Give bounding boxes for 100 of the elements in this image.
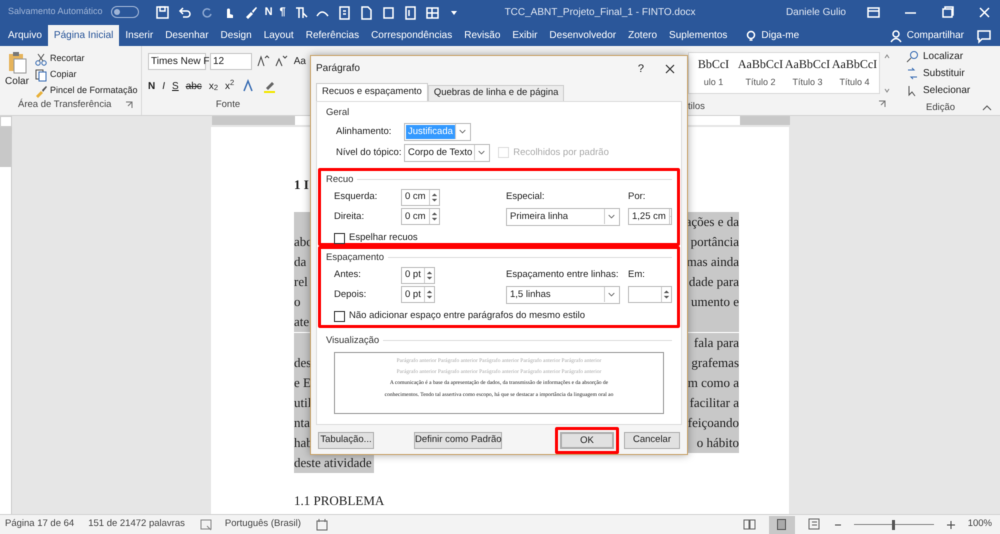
editing-item[interactable]: Localizar — [906, 49, 1000, 64]
spin-arrows-icon[interactable] — [424, 287, 434, 302]
style-gallery-item[interactable]: AaBbCcI Título 3 — [784, 53, 831, 93]
print-layout-button[interactable] — [768, 516, 795, 534]
ribbon-tab[interactable]: Página Inicial — [48, 25, 120, 46]
font-size-field[interactable]: 12 — [210, 52, 252, 70]
zoom-level[interactable]: 100% — [968, 517, 992, 532]
clipboard-item[interactable]: Pincel de Formatação — [34, 84, 138, 98]
checkbox[interactable] — [334, 232, 345, 244]
zoom-slider-thumb[interactable] — [892, 520, 896, 530]
spin-arrows-icon[interactable] — [424, 268, 434, 283]
spin-arrows-icon[interactable] — [428, 190, 439, 205]
format-button[interactable]: x$_{2}$ — [208, 78, 218, 94]
language-status[interactable]: Português (Brasil) — [224, 517, 301, 532]
copy-icon[interactable] — [34, 68, 48, 82]
search-icon[interactable] — [906, 50, 919, 63]
lightbulb-icon[interactable] — [745, 30, 758, 42]
restore-icon[interactable] — [940, 4, 955, 20]
dialog-launcher-icon[interactable] — [125, 101, 133, 109]
ribbon-tab[interactable]: Exibir — [506, 25, 544, 46]
space-before-field[interactable]: 0 pt — [401, 266, 435, 284]
save-icon[interactable] — [154, 4, 170, 20]
spin-arrows-icon[interactable] — [661, 287, 671, 302]
outline-level-dropdown[interactable]: Corpo de Texto — [404, 144, 490, 162]
format-button[interactable]: N — [148, 78, 156, 94]
change-case-button[interactable]: Aa — [292, 54, 308, 68]
paste-button[interactable]: Colar — [4, 50, 30, 98]
spin-arrows-icon[interactable] — [428, 209, 439, 224]
format-button[interactable]: abc — [186, 78, 202, 94]
toolbar-glyph[interactable]: ¶ — [280, 4, 286, 20]
share-icon[interactable] — [888, 28, 903, 42]
zoom-in-icon[interactable] — [946, 520, 956, 530]
indent-by-field[interactable]: 1,25 cm — [628, 208, 672, 226]
dialog-button[interactable]: Tabulação... — [318, 432, 374, 449]
ribbon-tab[interactable]: Revisão — [458, 25, 506, 46]
scissors-icon[interactable] — [34, 52, 48, 66]
comment-icon[interactable] — [976, 28, 992, 44]
grow-font-icon[interactable] — [256, 54, 270, 68]
toolbar-glyph[interactable]: N — [264, 4, 273, 20]
special-indent-dropdown[interactable]: Primeira linha — [506, 208, 620, 226]
ribbon-tab[interactable]: Layout — [258, 25, 300, 46]
shrink-font-icon[interactable] — [274, 54, 288, 68]
dialog-button[interactable]: Definir como Padrão — [414, 432, 502, 449]
ribbon-tab[interactable]: Desenvolvedor — [543, 25, 622, 46]
editing-item[interactable]: Selecionar — [906, 83, 1000, 98]
user-name[interactable]: Daniele Gulio — [786, 4, 846, 20]
help-button[interactable]: ? — [638, 60, 644, 78]
format-button[interactable]: x$^{2}$ — [224, 78, 234, 94]
scroll-up-icon[interactable] — [883, 52, 891, 60]
zoom-slider[interactable] — [854, 520, 934, 530]
ribbon-tab[interactable]: Zotero — [622, 25, 664, 46]
ribbon-display-icon[interactable] — [866, 4, 881, 20]
blank-page-icon[interactable] — [380, 4, 396, 20]
page-break-icon[interactable] — [402, 4, 418, 20]
line-spacing-dropdown[interactable]: 1,5 linhas — [506, 286, 620, 304]
ribbon-tab[interactable]: Desenhar — [159, 25, 215, 46]
web-layout-icon[interactable] — [806, 517, 822, 532]
checkbox[interactable] — [334, 310, 345, 322]
style-gallery-item[interactable]: AaBbCcI Título 2 — [737, 53, 784, 93]
read-mode-icon[interactable] — [742, 517, 757, 532]
autosave-toggle[interactable] — [110, 6, 139, 18]
document-icon[interactable] — [336, 4, 352, 20]
ribbon-tab[interactable]: Referências — [300, 25, 366, 46]
close-icon[interactable] — [664, 62, 676, 75]
scroll-down-icon[interactable] — [883, 86, 891, 94]
clipboard-icon[interactable] — [6, 50, 28, 74]
tell-me-button[interactable]: Diga-me — [745, 25, 800, 46]
dialog-tab[interactable]: Recuos e espaçamento — [316, 82, 428, 101]
ribbon-tab[interactable]: Inserir — [119, 25, 160, 46]
space-after-field[interactable]: 0 pt — [401, 286, 435, 304]
editing-item[interactable]: Substituir — [906, 66, 1000, 81]
ribbon-tab[interactable]: Correspondências — [365, 25, 458, 46]
share-button[interactable]: Compartilhar — [888, 25, 964, 46]
line-spacing-at-field[interactable] — [628, 286, 672, 304]
dialog-launcher-icon[interactable] — [878, 100, 886, 108]
format-button[interactable]: I — [162, 78, 166, 94]
macro-icon[interactable] — [314, 518, 329, 532]
dialog-button[interactable]: OK — [560, 432, 614, 449]
dialog-button[interactable]: Cancelar — [624, 432, 680, 449]
format-button[interactable]: S — [172, 78, 179, 94]
page-icon[interactable] — [358, 4, 374, 20]
left-indent-field[interactable]: 0 cm — [401, 188, 440, 206]
highlighter-icon[interactable] — [262, 79, 276, 93]
style-gallery-item[interactable]: AaBbCcI Título 4 — [831, 53, 878, 93]
right-indent-field[interactable]: 0 cm — [401, 208, 440, 226]
ribbon-tab[interactable]: Suplementos — [663, 25, 734, 46]
table-icon[interactable] — [424, 4, 440, 20]
dialog-tab[interactable]: Quebras de linha e de página — [428, 85, 564, 101]
word-count[interactable]: 151 de 21472 palavras — [88, 517, 185, 532]
format-painter-icon[interactable] — [34, 84, 48, 98]
page-count[interactable]: Página 17 de 64 — [5, 517, 74, 532]
text-effects-icon[interactable] — [241, 79, 256, 93]
style-gallery-item[interactable]: BbCcI ulo 1 — [690, 53, 737, 93]
clipboard-item[interactable]: Copiar — [34, 68, 138, 82]
close-icon[interactable] — [977, 4, 992, 20]
replace-icon[interactable] — [906, 67, 919, 80]
proofing-icon[interactable] — [198, 518, 213, 532]
clipboard-item[interactable]: Recortar — [34, 52, 138, 66]
ribbon-tab[interactable]: Design — [214, 25, 258, 46]
collapse-ribbon-icon[interactable] — [982, 104, 992, 112]
